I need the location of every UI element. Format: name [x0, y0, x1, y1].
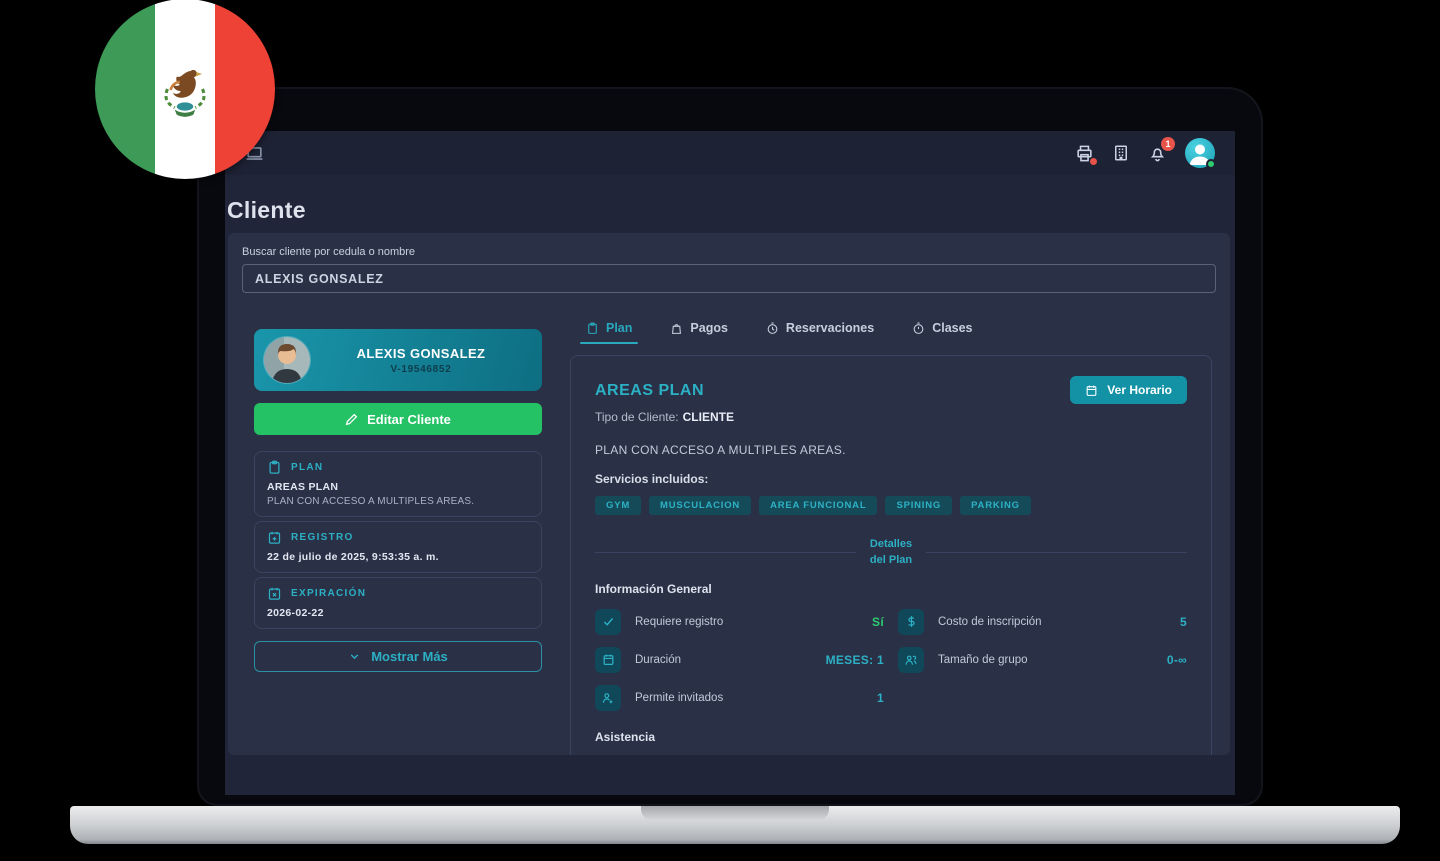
plan-card: PLAN AREAS PLAN PLAN CON ACCESO A MULTIP…: [254, 451, 542, 517]
service-chips: GYM MUSCULACION AREA FUNCIONAL SPINING P…: [595, 496, 1187, 515]
info-value: Sí: [872, 615, 884, 629]
plan-detail-panel: AREAS PLAN Ver Horario Tipo de Cliente: C…: [570, 355, 1212, 755]
tab-plan[interactable]: Plan: [586, 321, 632, 344]
mexico-flag: [95, 0, 275, 179]
info-value: 1: [877, 691, 884, 705]
chevron-down-icon: [348, 650, 361, 663]
plan-card-title: AREAS PLAN: [267, 481, 529, 493]
registro-card-label: REGISTRO: [291, 532, 354, 543]
edit-client-label: Editar Cliente: [367, 412, 451, 427]
plan-card-label: PLAN: [291, 462, 323, 473]
person-plus-icon: [595, 685, 621, 711]
expiracion-card-label: EXPIRACIÓN: [291, 588, 366, 599]
bell-icon[interactable]: 1: [1148, 144, 1167, 163]
show-more-label: Mostrar Más: [371, 649, 448, 664]
expiracion-card-value: 2026-02-22: [267, 607, 529, 619]
calendar-icon: [1085, 384, 1098, 397]
client-panel: Buscar cliente por cedula o nombre ALEXI…: [228, 233, 1230, 755]
laptop-screen: 1 Cliente Buscar cliente por cedula o no…: [197, 87, 1263, 806]
check-icon: [595, 609, 621, 635]
client-id: V-19546852: [310, 364, 532, 375]
pencil-icon: [345, 413, 358, 426]
search-input[interactable]: [242, 264, 1216, 293]
laptop-base: [70, 806, 1400, 844]
general-info-grid: Requiere registro Sí Costo de inscripció…: [595, 603, 1187, 717]
printer-icon[interactable]: [1075, 144, 1094, 163]
client-type-label: Tipo de Cliente:: [595, 410, 679, 424]
registro-card: REGISTRO 22 de julio de 2025, 9:53:35 a.…: [254, 521, 542, 573]
service-chip: AREA FUNCIONAL: [759, 496, 877, 515]
tab-clases[interactable]: Clases: [912, 321, 972, 344]
building-icon[interactable]: [1112, 144, 1130, 162]
general-info-title: Información General: [595, 582, 1187, 596]
plan-details-divider: Detalles del Plan: [595, 537, 1187, 569]
client-type-line: Tipo de Cliente: CLIENTE: [595, 410, 1187, 424]
dollar-icon: [898, 609, 924, 635]
detail-column: Plan Pagos Reservaciones Clases: [570, 321, 1214, 755]
flag-green-stripe: [95, 0, 155, 179]
laptop-base-notch: [641, 806, 829, 821]
info-row-costo-inscripcion: Costo de inscripción 5: [898, 603, 1187, 641]
info-row-requiere-registro: Requiere registro Sí: [595, 603, 884, 641]
client-type-value: CLIENTE: [683, 410, 734, 424]
online-status-dot: [1206, 159, 1216, 169]
view-schedule-label: Ver Horario: [1107, 383, 1172, 397]
app-window: 1 Cliente Buscar cliente por cedula o no…: [225, 131, 1235, 795]
info-value: MESES: 1: [826, 653, 884, 667]
attendance-row: [898, 754, 1187, 755]
printer-alert-dot: [1090, 158, 1097, 165]
client-card: ALEXIS GONSALEZ V-19546852: [254, 329, 542, 391]
client-meta: ALEXIS GONSALEZ V-19546852: [310, 346, 532, 375]
service-chip: PARKING: [960, 496, 1031, 515]
bag-icon: [670, 322, 683, 335]
attendance-title: Asistencia: [595, 730, 1187, 744]
tab-reservaciones[interactable]: Reservaciones: [766, 321, 874, 344]
calendar-x-icon: [267, 586, 282, 601]
mexico-coat-of-arms: [152, 56, 218, 122]
client-photo: [264, 337, 310, 383]
service-chip: SPINING: [885, 496, 952, 515]
attendance-grid: [595, 754, 1187, 755]
info-value: 5: [1180, 615, 1187, 629]
search-label: Buscar cliente por cedula o nombre: [242, 246, 1216, 258]
plan-card-subtitle: PLAN CON ACCESO A MULTIPLES AREAS.: [267, 496, 529, 507]
notification-badge: 1: [1161, 137, 1175, 151]
client-sidebar: ALEXIS GONSALEZ V-19546852 Editar Client…: [254, 321, 542, 755]
clipboard-icon: [267, 460, 282, 475]
tab-pagos[interactable]: Pagos: [670, 321, 728, 344]
clipboard-icon: [586, 322, 599, 335]
app-topbar: 1: [225, 131, 1235, 175]
calendar-plus-icon: [267, 530, 282, 545]
edit-client-button[interactable]: Editar Cliente: [254, 403, 542, 435]
view-schedule-button[interactable]: Ver Horario: [1070, 376, 1187, 404]
info-row-tamano-grupo: Tamaño de grupo 0-∞: [898, 641, 1187, 679]
stopwatch-icon: [912, 322, 925, 335]
info-row-empty: [898, 679, 1187, 717]
plan-description: PLAN CON ACCESO A MULTIPLES AREAS.: [595, 443, 1187, 457]
info-row-permite-invitados: Permite invitados 1: [595, 679, 884, 717]
info-row-duracion: Duración MESES: 1: [595, 641, 884, 679]
client-name: ALEXIS GONSALEZ: [310, 346, 532, 361]
registro-card-value: 22 de julio de 2025, 9:53:35 a. m.: [267, 551, 529, 563]
attendance-row: [595, 754, 884, 755]
info-value: 0-∞: [1167, 653, 1187, 667]
service-chip: MUSCULACION: [649, 496, 751, 515]
panel-columns: ALEXIS GONSALEZ V-19546852 Editar Client…: [254, 321, 1214, 755]
show-more-button[interactable]: Mostrar Más: [254, 641, 542, 672]
plan-details-link[interactable]: Detalles del Plan: [870, 537, 912, 569]
service-chip: GYM: [595, 496, 641, 515]
tab-bar: Plan Pagos Reservaciones Clases: [570, 321, 1214, 344]
plan-detail-title: AREAS PLAN: [595, 382, 704, 400]
topbar-actions: 1: [1075, 138, 1215, 168]
people-icon: [898, 647, 924, 673]
services-label: Servicios incluidos:: [595, 472, 1187, 486]
expiracion-card: EXPIRACIÓN 2026-02-22: [254, 577, 542, 629]
clock-icon: [766, 322, 779, 335]
page-title: Cliente: [227, 197, 1235, 224]
calendar-icon: [595, 647, 621, 673]
user-avatar[interactable]: [1185, 138, 1215, 168]
